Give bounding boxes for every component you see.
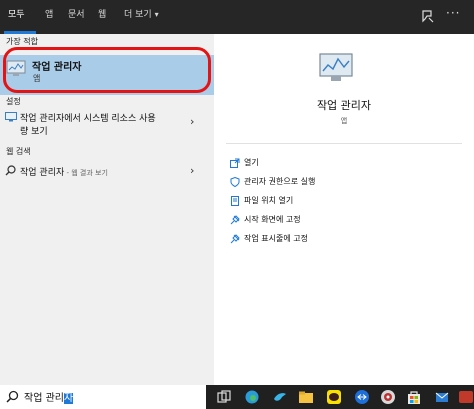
open-icon	[230, 158, 240, 168]
pin-icon	[230, 215, 240, 225]
app-icon[interactable]	[458, 389, 474, 405]
tab-all[interactable]: 모두	[8, 0, 25, 34]
preview-panel	[214, 34, 474, 385]
action-label: 열기	[244, 158, 259, 167]
mail-icon[interactable]	[434, 389, 450, 405]
task-view-icon[interactable]	[216, 389, 232, 405]
web-result-title: 작업 관리자	[20, 168, 65, 178]
chevron-down-icon: ▾	[154, 10, 159, 19]
chevron-right-icon[interactable]: ›	[190, 164, 194, 177]
monitor-icon	[5, 112, 17, 122]
shield-admin-icon	[230, 177, 240, 187]
preview-divider	[226, 143, 462, 144]
bird-app-icon[interactable]	[272, 389, 288, 405]
annotation-highlight-oval	[3, 47, 211, 93]
tab-documents[interactable]: 문서	[68, 0, 85, 34]
folder-icon	[231, 196, 239, 206]
tab-more[interactable]: 더 보기 ▾	[124, 0, 159, 34]
tab-web[interactable]: 웹	[98, 0, 106, 34]
store-icon[interactable]	[406, 389, 422, 405]
preview-title: 작업 관리자	[316, 99, 372, 112]
photo-app-icon[interactable]	[380, 389, 396, 405]
chevron-right-icon[interactable]: ›	[190, 115, 194, 128]
edge-browser-icon[interactable]	[244, 389, 260, 405]
task-manager-large-icon	[319, 53, 353, 81]
web-result-text: 작업 관리자 - 웹 결과 보기	[20, 165, 108, 178]
search-input[interactable]: 작업 관리자	[24, 389, 74, 404]
taskbar-pin-icon	[230, 234, 240, 244]
section-settings: 설정	[6, 97, 21, 106]
kakaotalk-icon[interactable]	[326, 389, 342, 405]
tab-more-label: 더 보기	[124, 10, 152, 20]
preview-subtitle: 앱	[340, 117, 348, 125]
tab-apps[interactable]: 앱	[45, 0, 53, 34]
action-label: 파일 위치 열기	[244, 196, 294, 205]
more-options-icon[interactable]: ···	[446, 6, 460, 20]
file-explorer-icon[interactable]	[298, 389, 314, 405]
search-icon	[6, 390, 19, 403]
settings-result-line1: 작업 관리자에서 시스템 리소스 사용	[20, 114, 156, 124]
teamviewer-icon[interactable]	[354, 389, 370, 405]
action-label: 시작 화면에 고정	[244, 215, 301, 224]
action-label: 관리자 권한으로 실행	[244, 177, 316, 186]
search-text: 작업 관리	[24, 393, 64, 404]
action-label: 작업 표시줄에 고정	[244, 234, 308, 243]
settings-result-line2: 량 보기	[20, 127, 48, 137]
section-best-match: 가장 적합	[6, 37, 38, 46]
search-text-selected: 자	[63, 393, 74, 404]
section-web-search: 웹 검색	[6, 147, 31, 156]
feedback-icon[interactable]	[420, 8, 436, 24]
search-icon	[5, 165, 16, 176]
web-result-suffix: - 웹 결과 보기	[64, 169, 108, 177]
